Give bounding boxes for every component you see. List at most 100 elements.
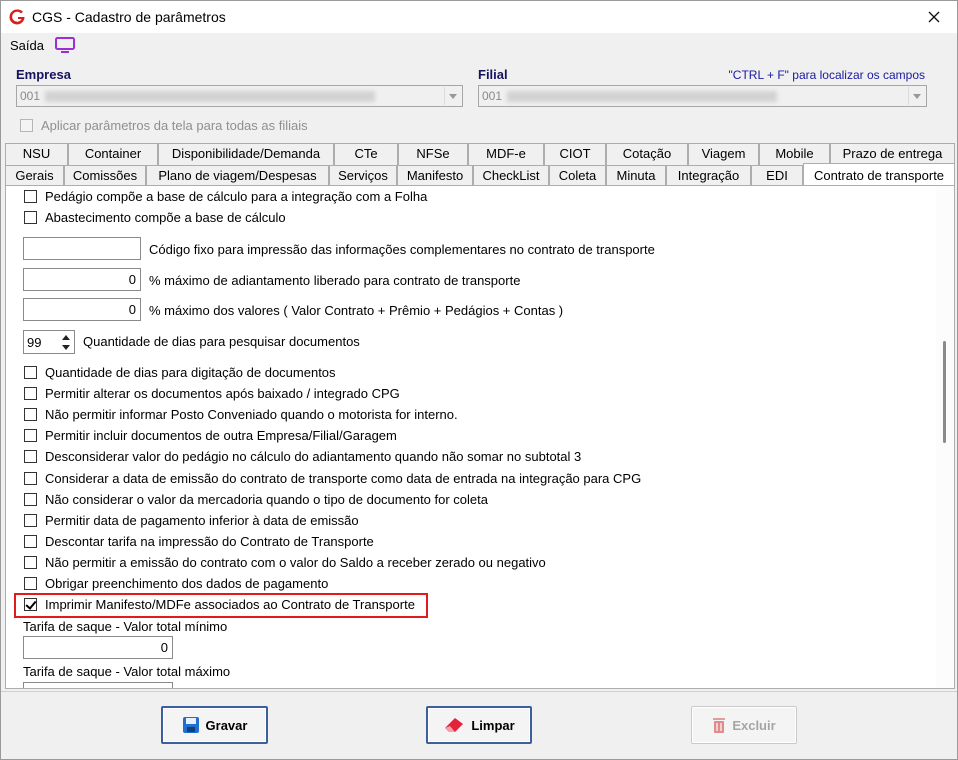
empresa-name-redacted <box>45 91 375 102</box>
empresa-select[interactable]: 001 <box>16 85 463 107</box>
option-checkbox-row[interactable]: Descontar tarifa na impressão do Contrat… <box>24 534 374 549</box>
checkbox-label: Considerar a data de emissão do contrato… <box>45 471 642 486</box>
checkbox-label: Obrigar preenchimento dos dados de pagam… <box>45 576 329 591</box>
option-checkbox-row[interactable]: Permitir incluir documentos de outra Emp… <box>24 428 397 443</box>
tab-nfse[interactable]: NFSe <box>398 143 468 165</box>
checkbox[interactable] <box>24 577 37 590</box>
tab-mdf-e[interactable]: MDF-e <box>468 143 544 165</box>
option-checkbox-row[interactable]: Obrigar preenchimento dos dados de pagam… <box>24 576 328 591</box>
option-checkbox-row[interactable]: Não considerar o valor da mercadoria qua… <box>24 492 488 507</box>
checkbox[interactable] <box>24 408 37 421</box>
gravar-button[interactable]: Gravar <box>161 706 268 744</box>
tab-panel-contrato: Pedágio compõe a base de cálculo para a … <box>5 185 955 689</box>
tab-integracao[interactable]: Integração <box>666 165 751 187</box>
tab-manifesto[interactable]: Manifesto <box>397 165 473 187</box>
checkbox-label: Desconsiderar valor do pedágio no cálcul… <box>45 449 582 464</box>
chevron-up-icon[interactable] <box>59 332 73 342</box>
apply-all-label: Aplicar parâmetros da tela para todas as… <box>41 118 308 133</box>
chevron-down-icon[interactable] <box>908 87 925 105</box>
option-checkbox-row[interactable]: Permitir data de pagamento inferior à da… <box>24 513 359 528</box>
tab-cotacao[interactable]: Cotação <box>606 143 688 165</box>
checkbox[interactable] <box>24 366 37 379</box>
dias-pesquisa-label: Quantidade de dias para pesquisar docume… <box>83 334 360 349</box>
check-pedagio-folha[interactable]: Pedágio compõe a base de cálculo para a … <box>24 189 427 204</box>
tab-row-bottom: Gerais Comissões Plano de viagem/Despesas S… <box>5 163 955 187</box>
checkbox[interactable] <box>24 429 37 442</box>
option-checkbox-row[interactable]: Não permitir informar Posto Conveniado q… <box>24 407 458 422</box>
checkbox[interactable] <box>24 514 37 527</box>
option-checkbox-row[interactable]: Quantidade de dias para digitação de doc… <box>24 365 336 380</box>
checkbox-label: Quantidade de dias para digitação de doc… <box>45 365 336 380</box>
dias-pesquisa-stepper[interactable]: 99 <box>23 330 75 354</box>
cgs-logo-icon <box>9 9 25 25</box>
tab-comissoes[interactable]: Comissões <box>64 165 146 187</box>
title-bar: CGS - Cadastro de parâmetros <box>1 1 957 33</box>
vertical-scrollbar[interactable] <box>936 186 954 688</box>
checkbox-label: Permitir alterar os documentos após baix… <box>45 386 400 401</box>
tab-disponibilidade-demanda[interactable]: Disponibilidade/Demanda <box>158 143 334 165</box>
panel-content: Pedágio compõe a base de cálculo para a … <box>6 186 936 688</box>
tab-ciot[interactable]: CIOT <box>544 143 606 165</box>
tab-checklist[interactable]: CheckList <box>473 165 549 187</box>
close-icon <box>928 11 940 23</box>
checkbox-label: Não permitir informar Posto Conveniado q… <box>45 407 458 422</box>
filial-select[interactable]: 001 <box>478 85 927 107</box>
codigo-fixo-input[interactable] <box>23 237 141 260</box>
checkbox-label: Permitir incluir documentos de outra Emp… <box>45 428 397 443</box>
tarifa-min-input[interactable]: 0 <box>23 636 173 659</box>
checkbox[interactable] <box>24 556 37 569</box>
monitor-exit-icon[interactable] <box>55 37 75 53</box>
tab-mobile[interactable]: Mobile <box>759 143 830 165</box>
eraser-icon <box>443 717 465 733</box>
tab-gerais[interactable]: Gerais <box>5 165 64 187</box>
check-abastecimento[interactable]: Abastecimento compõe a base de cálculo <box>24 210 286 225</box>
limpar-label: Limpar <box>471 717 515 733</box>
checkbox-label: Descontar tarifa na impressão do Contrat… <box>45 534 374 549</box>
tab-prazo-de-entrega[interactable]: Prazo de entrega <box>830 143 955 165</box>
tab-cte[interactable]: CTe <box>334 143 398 165</box>
checkbox[interactable] <box>24 387 37 400</box>
tab-nsu[interactable]: NSU <box>5 143 68 165</box>
tab-row-top: NSU Container Disponibilidade/Demanda CTe NF… <box>5 143 955 165</box>
option-checkbox-row[interactable]: Não permitir a emissão do contrato com o… <box>24 555 546 570</box>
checkbox[interactable] <box>24 211 37 224</box>
apply-all-checkbox-row[interactable]: Aplicar parâmetros da tela para todas as… <box>20 118 308 133</box>
footer-divider <box>1 691 957 692</box>
stepper-value: 99 <box>27 335 42 350</box>
scrollbar-thumb[interactable] <box>943 341 946 443</box>
window-title: CGS - Cadastro de parâmetros <box>32 9 226 25</box>
tab-coleta[interactable]: Coleta <box>549 165 606 187</box>
option-checkbox-row[interactable]: Considerar a data de emissão do contrato… <box>24 471 641 486</box>
checkbox[interactable] <box>24 472 37 485</box>
tab-contrato-de-transporte[interactable]: Contrato de transporte <box>803 163 955 187</box>
valores-input[interactable]: 0 <box>23 298 141 321</box>
tab-minuta[interactable]: Minuta <box>606 165 666 187</box>
chevron-down-icon[interactable] <box>444 87 461 105</box>
checkbox[interactable] <box>24 535 37 548</box>
chevron-down-icon[interactable] <box>59 342 73 352</box>
tab-container[interactable]: Container <box>68 143 158 165</box>
adiantamento-label: % máximo de adiantamento liberado para c… <box>149 273 521 288</box>
limpar-button[interactable]: Limpar <box>426 706 532 744</box>
adiantamento-input[interactable]: 0 <box>23 268 141 291</box>
tab-servicos[interactable]: Serviços <box>329 165 397 187</box>
checkbox[interactable] <box>24 450 37 463</box>
highlight-box <box>14 593 428 618</box>
apply-all-checkbox[interactable] <box>20 119 33 132</box>
option-checkbox-row[interactable]: Permitir alterar os documentos após baix… <box>24 386 400 401</box>
close-button[interactable] <box>911 1 957 33</box>
floppy-disk-icon <box>182 716 200 734</box>
tarifa-max-label: Tarifa de saque - Valor total máximo <box>23 664 231 679</box>
empresa-label: Empresa <box>16 67 71 82</box>
tarifa-max-input[interactable] <box>23 682 173 688</box>
tab-plano-de-viagem-despesas[interactable]: Plano de viagem/Despesas <box>146 165 329 187</box>
checkbox[interactable] <box>24 493 37 506</box>
gravar-label: Gravar <box>205 717 248 733</box>
excluir-label: Excluir <box>732 717 776 733</box>
excluir-button[interactable]: Excluir <box>691 706 797 744</box>
tab-viagem[interactable]: Viagem <box>688 143 759 165</box>
option-checkbox-row[interactable]: Desconsiderar valor do pedágio no cálcul… <box>24 449 581 464</box>
exit-label[interactable]: Saída <box>10 38 44 53</box>
tab-edi[interactable]: EDI <box>751 165 803 187</box>
checkbox[interactable] <box>24 190 37 203</box>
